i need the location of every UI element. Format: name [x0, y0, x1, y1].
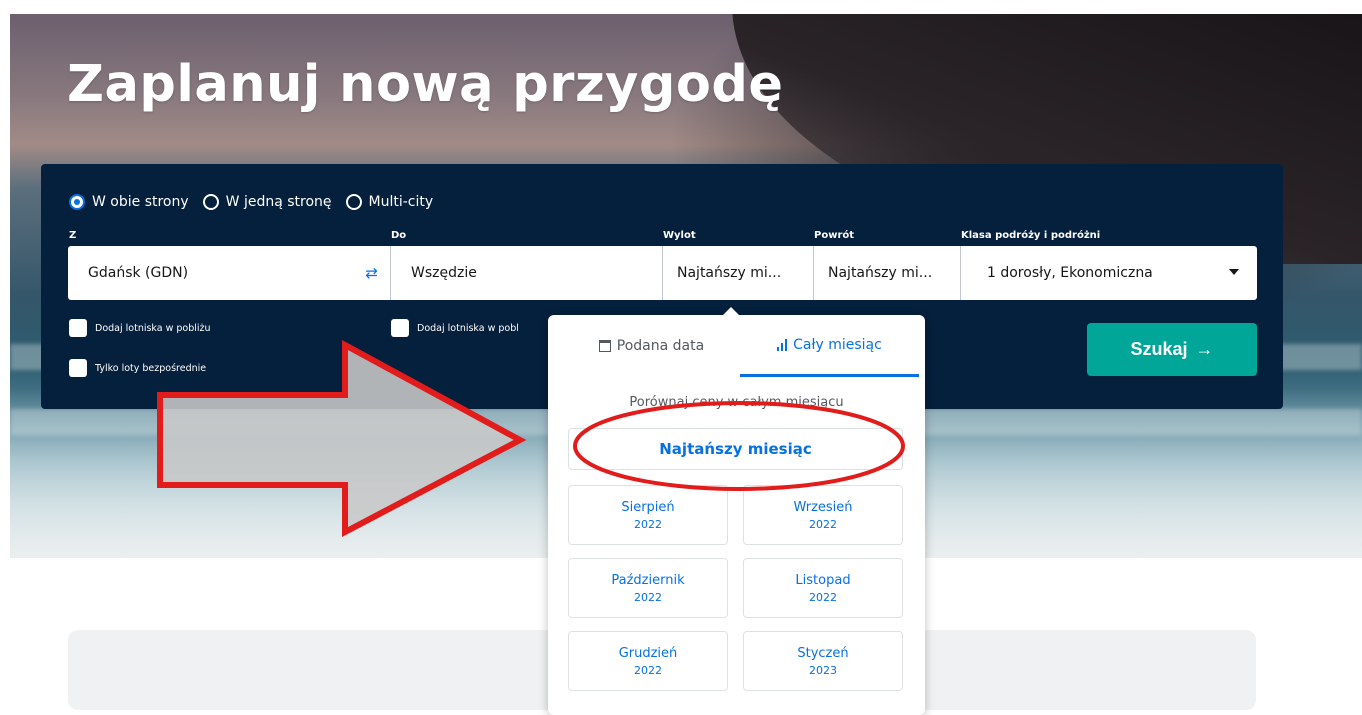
trip-type-label: W obie strony: [92, 194, 189, 210]
trip-type-multicity[interactable]: Multi-city: [345, 194, 434, 210]
cabin-field[interactable]: 1 dorosły, Ekonomiczna: [960, 246, 1257, 300]
month-option[interactable]: Grudzień 2022: [568, 631, 728, 691]
depart-value: Najtańszy mi...: [677, 265, 782, 281]
arrow-right-icon: →: [1195, 339, 1214, 359]
to-label: Do: [391, 230, 407, 241]
tab-whole-month[interactable]: Cały miesiąc: [740, 315, 919, 377]
trip-type-round[interactable]: W obie strony: [69, 194, 189, 210]
nearby-to-label: Dodaj lotniska w pobl: [417, 322, 519, 334]
popup-hint: Porównaj ceny w całym miesiącu: [629, 395, 844, 410]
from-field[interactable]: Gdańsk (GDN) ⇄: [68, 246, 390, 300]
annotation-arrow: [157, 340, 527, 537]
month-option[interactable]: Wrzesień 2022: [743, 485, 903, 545]
month-option[interactable]: Listopad 2022: [743, 558, 903, 618]
swap-icon[interactable]: ⇄: [365, 264, 378, 282]
month-year: 2022: [634, 663, 662, 677]
tab-specific-date[interactable]: Podana data: [564, 315, 739, 377]
month-option[interactable]: Styczeń 2023: [743, 631, 903, 691]
month-year: 2022: [809, 590, 837, 604]
cabin-value: 1 dorosły, Ekonomiczna: [987, 265, 1153, 281]
return-field[interactable]: Najtańszy mi...: [813, 246, 960, 300]
radio-icon[interactable]: [202, 194, 219, 210]
chevron-down-icon: [1229, 269, 1239, 275]
month-name: Sierpień: [621, 499, 675, 515]
tab-label: Cały miesiąc: [793, 336, 882, 353]
to-value: Wszędzie: [411, 265, 477, 281]
radio-checked-icon[interactable]: [69, 194, 85, 210]
month-year: 2022: [634, 590, 662, 604]
return-label: Powrót: [814, 230, 855, 241]
cheapest-month-button[interactable]: Najtańszy miesiąc: [568, 428, 903, 470]
nearby-to-checkbox[interactable]: Dodaj lotniska w pobl: [391, 319, 519, 337]
month-name: Listopad: [795, 572, 851, 588]
trip-type-label: Multi-city: [368, 194, 434, 210]
month-year: 2023: [809, 663, 837, 677]
calendar-icon: [598, 340, 611, 352]
month-name: Grudzień: [618, 645, 678, 661]
checkbox-icon[interactable]: [69, 319, 87, 337]
from-label: Z: [69, 230, 77, 241]
tab-label: Podana data: [616, 338, 705, 354]
cabin-label: Klasa podróży i podróżni: [961, 230, 1101, 241]
depart-label: Wylot: [663, 230, 696, 241]
search-button-label: Szukaj: [1130, 339, 1188, 359]
nearby-from-label: Dodaj lotniska w pobliżu: [95, 322, 211, 334]
trip-type-label: W jedną stronę: [225, 194, 332, 210]
trip-type-group: W obie strony W jedną stronę Multi-city: [69, 194, 433, 210]
month-name: Wrzesień: [793, 499, 853, 515]
return-value: Najtańszy mi...: [828, 265, 933, 281]
depart-field[interactable]: Najtańszy mi...: [662, 246, 813, 300]
checkbox-icon[interactable]: [69, 359, 87, 377]
bar-chart-icon: [777, 338, 788, 351]
month-year: 2022: [634, 517, 662, 531]
search-button[interactable]: Szukaj →: [1087, 323, 1257, 376]
month-option[interactable]: Sierpień 2022: [568, 485, 728, 545]
month-name: Styczeń: [797, 645, 849, 661]
date-picker-popup: Podana data Cały miesiąc Porównaj ceny w…: [548, 307, 925, 715]
hero-title: Zaplanuj nową przygodę: [67, 55, 784, 114]
month-name: Październik: [611, 572, 685, 588]
nearby-from-checkbox[interactable]: Dodaj lotniska w pobliżu: [69, 319, 211, 337]
month-option[interactable]: Październik 2022: [568, 558, 728, 618]
to-field[interactable]: Wszędzie: [390, 246, 662, 300]
month-year: 2022: [809, 517, 837, 531]
checkbox-icon[interactable]: [391, 319, 409, 337]
radio-icon[interactable]: [345, 194, 362, 210]
from-value: Gdańsk (GDN): [88, 265, 189, 281]
trip-type-oneway[interactable]: W jedną stronę: [202, 194, 332, 210]
